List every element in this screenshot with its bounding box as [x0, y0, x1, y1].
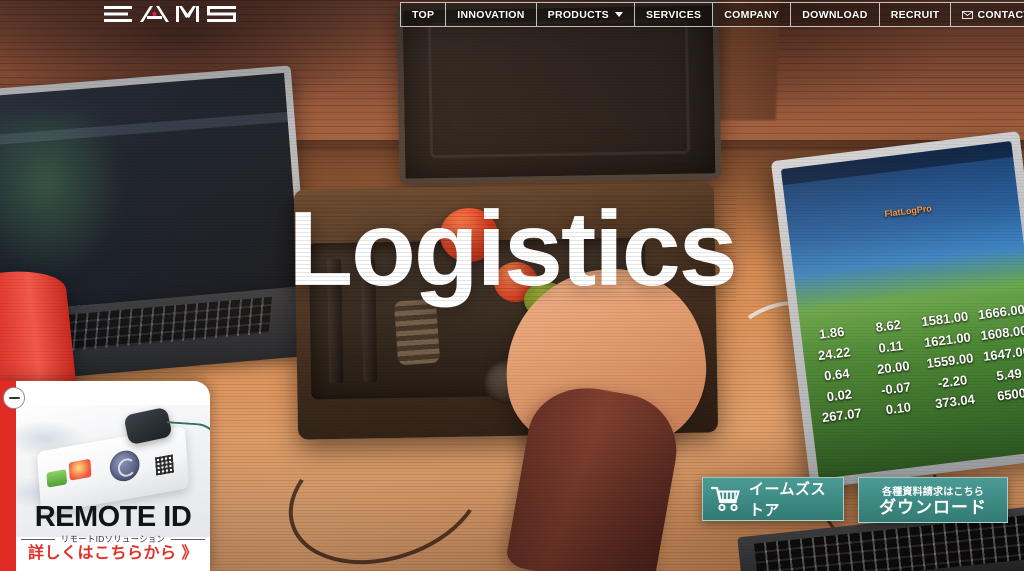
ground-control-tablet: FlatLogPro 1.86 8.62 1581.00 1666.00 24.…	[770, 130, 1024, 490]
device-power-button	[108, 448, 141, 484]
red-ball-control	[440, 208, 498, 262]
qr-code	[154, 454, 174, 476]
site-logo[interactable]	[104, 4, 236, 26]
nav-item-recruit[interactable]: RECRUIT	[880, 3, 952, 26]
nav-item-top[interactable]: TOP	[401, 3, 447, 26]
promo-details-link[interactable]: 詳しくはこちらから 》	[16, 539, 210, 563]
tablet-telemetry-grid: 1.86 8.62 1581.00 1666.00 24.22 0.11 162…	[804, 300, 1024, 429]
telemetry-value: 267.07	[821, 405, 863, 426]
nav-item-label: INNOVATION	[457, 8, 525, 21]
nav-item-label: DOWNLOAD	[802, 8, 868, 21]
nav-item-label: COMPANY	[724, 8, 780, 21]
nav-item-label: RECRUIT	[890, 8, 940, 21]
telemetry-value: 1647.00	[982, 343, 1024, 364]
site-header: TOP INNOVATION PRODUCTS SERVICES COMPANY…	[0, 0, 1024, 30]
tablet-screen: FlatLogPro 1.86 8.62 1581.00 1666.00 24.…	[780, 141, 1024, 479]
case-rib	[361, 257, 378, 383]
nav-item-company[interactable]: COMPANY	[713, 3, 792, 26]
promo-close-button[interactable]	[3, 387, 25, 409]
minus-icon	[8, 397, 20, 399]
chevron-down-icon	[614, 12, 623, 17]
main-navigation: TOP INNOVATION PRODUCTS SERVICES COMPANY…	[400, 2, 1024, 27]
telemetry-value: 0.10	[884, 399, 912, 418]
eams-store-label: イームズストア	[749, 481, 827, 519]
nav-item-label: SERVICES	[645, 8, 702, 21]
download-button-label: ダウンロード	[879, 497, 987, 517]
eams-store-button[interactable]: イームズストア	[702, 477, 844, 521]
device-wire	[165, 421, 210, 451]
green-led	[46, 469, 68, 488]
nav-item-label: CONTACT	[977, 8, 1024, 21]
nav-item-download[interactable]: DOWNLOAD	[791, 3, 880, 26]
shopping-cart-icon	[711, 486, 740, 512]
nav-item-label: TOP	[412, 8, 435, 21]
red-led	[68, 458, 92, 481]
case-bellows	[393, 298, 441, 366]
download-button-subtitle: 各種資料請求はこちら	[882, 486, 984, 498]
tablet-telemetry-label: FlatLogPro	[883, 203, 933, 219]
remote-id-promo-banner[interactable]: REMOTE ID リモートIDソリューション 詳しくはこちらから 》	[0, 381, 210, 571]
telemetry-value: 6500	[996, 385, 1024, 404]
case-rib	[327, 258, 344, 384]
nav-item-services[interactable]: SERVICES	[635, 3, 714, 26]
nav-item-contact[interactable]: CONTACT	[951, 3, 1024, 26]
telemetry-value: 373.04	[934, 391, 976, 412]
nav-item-label: PRODUCTS	[547, 8, 609, 21]
page-root: FlatLogPro 1.86 8.62 1581.00 1666.00 24.…	[0, 0, 1024, 571]
promo-title: REMOTE ID	[34, 501, 192, 533]
download-button[interactable]: 各種資料請求はこちら ダウンロード	[858, 477, 1008, 523]
nav-item-innovation[interactable]: INNOVATION	[446, 3, 537, 26]
envelope-icon	[962, 10, 974, 19]
cta-button-group: イームズストア 各種資料請求はこちら ダウンロード	[702, 477, 1008, 523]
telemetry-value: 5.49	[995, 365, 1023, 384]
telemetry-value: 1608.00	[979, 322, 1024, 343]
nav-item-products[interactable]: PRODUCTS	[537, 3, 635, 26]
